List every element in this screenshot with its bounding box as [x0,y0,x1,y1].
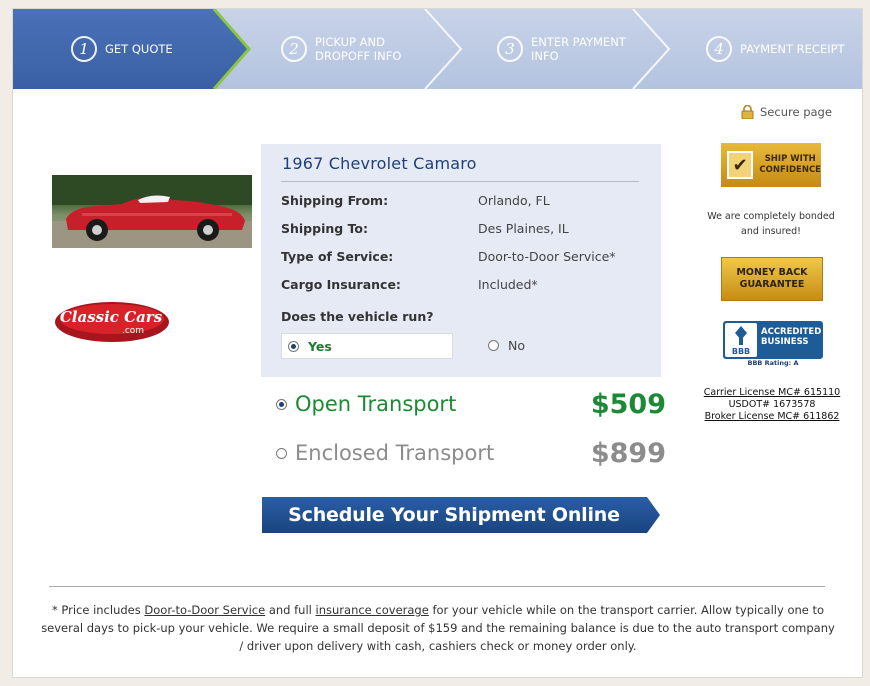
yes-label: Yes [308,338,332,354]
secure-page-indicator: Secure page [741,105,832,119]
radio-unselected-icon[interactable] [276,447,287,459]
lock-icon [741,105,754,119]
transport-price: $899 [590,437,666,469]
money-back-guarantee-badge: MONEY BACK GUARANTEE [721,257,823,301]
service-type-row: Type of Service: Door-to-Door Service* [281,249,651,267]
step-label: ENTER PAYMENT INFO [531,35,626,63]
usdot-number: USDOT# 1673578 [728,399,816,410]
vehicle-runs-question: Does the vehicle run? [281,309,434,324]
shipping-from-row: Shipping From: Orlando, FL [281,193,651,211]
bbb-accredited-badge[interactable]: BBB ACCREDITED BUSINESS [723,321,823,359]
step-label: PAYMENT RECEIPT [740,42,845,56]
detail-label: Shipping From: [281,193,389,208]
transport-name: Open Transport [295,392,457,416]
vehicle-title: 1967 Chevrolet Camaro [282,154,477,173]
cargo-insurance-row: Cargo Insurance: Included* [281,277,651,295]
secure-page-label: Secure page [760,105,832,119]
license-info: Carrier License MC# 615110 USDOT# 167357… [697,387,847,423]
step-payment-info[interactable]: 3 ENTER PAYMENT INFO [497,9,626,89]
schedule-button-label: Schedule Your Shipment Online [288,504,620,526]
detail-value: Included* [478,277,538,292]
footnote-text: * Price includes [51,603,145,617]
detail-label: Shipping To: [281,221,369,236]
vehicle-photo [52,175,252,248]
price-footnote: * Price includes Door-to-Door Service an… [41,601,835,655]
step-number-1: 1 [71,36,97,62]
step-payment-receipt[interactable]: 4 PAYMENT RECEIPT [706,9,845,89]
bbb-text: ACCREDITED BUSINESS [761,327,822,347]
bonded-insured-text: We are completely bonded and insured! [707,211,835,237]
step-number-2: 2 [281,36,307,62]
radio-unselected-icon[interactable] [488,339,499,351]
footer-divider [49,586,825,587]
detail-value: Door-to-Door Service* [478,249,616,264]
vehicle-runs-no-option[interactable]: No [482,333,525,357]
radio-selected-icon[interactable] [288,340,299,352]
bbb-rating: BBB Rating: A [747,359,799,367]
step-get-quote[interactable]: 1 GET QUOTE [71,9,173,89]
step-number-4: 4 [706,36,732,62]
vehicle-runs-yes-option[interactable]: Yes [281,333,453,359]
door-to-door-service-link[interactable]: Door-to-Door Service [144,603,265,617]
shipping-to-row: Shipping To: Des Plaines, IL [281,221,651,239]
svg-text:.com: .com [122,326,144,336]
svg-text:Classic Cars: Classic Cars [60,308,163,326]
step-pickup-dropoff[interactable]: 2 PICKUP AND DROPOFF INFO [281,9,401,89]
checkmark-icon: ✔ [727,151,754,179]
enclosed-transport-option[interactable]: Enclosed Transport $899 [276,437,666,469]
classic-cars-logo: Classic Cars .com [53,298,171,344]
step-label: PICKUP AND DROPOFF INFO [315,35,402,63]
transport-name: Enclosed Transport [295,441,495,465]
quote-panel: 1967 Chevrolet Camaro Shipping From: Orl… [261,144,661,377]
detail-label: Cargo Insurance: [281,277,401,292]
radio-selected-icon[interactable] [276,398,287,410]
schedule-shipment-button[interactable]: Schedule Your Shipment Online [262,497,660,533]
quote-page: 1 GET QUOTE 2 PICKUP AND DROPOFF INFO 3 … [12,8,863,678]
detail-value: Des Plaines, IL [478,221,569,236]
broker-license-link[interactable]: Broker License MC# 611862 [697,411,847,423]
progress-steps: 1 GET QUOTE 2 PICKUP AND DROPOFF INFO 3 … [13,9,862,89]
step-label: GET QUOTE [105,42,173,56]
open-transport-option[interactable]: Open Transport $509 [276,388,666,420]
footnote-text: and full [265,603,316,617]
carrier-license-link[interactable]: Carrier License MC# 615110 [697,387,847,399]
no-label: No [508,337,525,353]
badge-text: SHIP WITH CONFIDENCE [759,154,821,175]
divider [281,181,639,182]
ship-with-confidence-badge: ✔ SHIP WITH CONFIDENCE [721,143,821,187]
detail-value: Orlando, FL [478,193,550,208]
insurance-coverage-link[interactable]: insurance coverage [316,603,429,617]
detail-label: Type of Service: [281,249,394,264]
transport-price: $509 [590,388,666,420]
svg-text:BBB: BBB [732,347,750,356]
step-number-3: 3 [497,36,523,62]
bbb-torch-icon: BBB [725,323,757,357]
